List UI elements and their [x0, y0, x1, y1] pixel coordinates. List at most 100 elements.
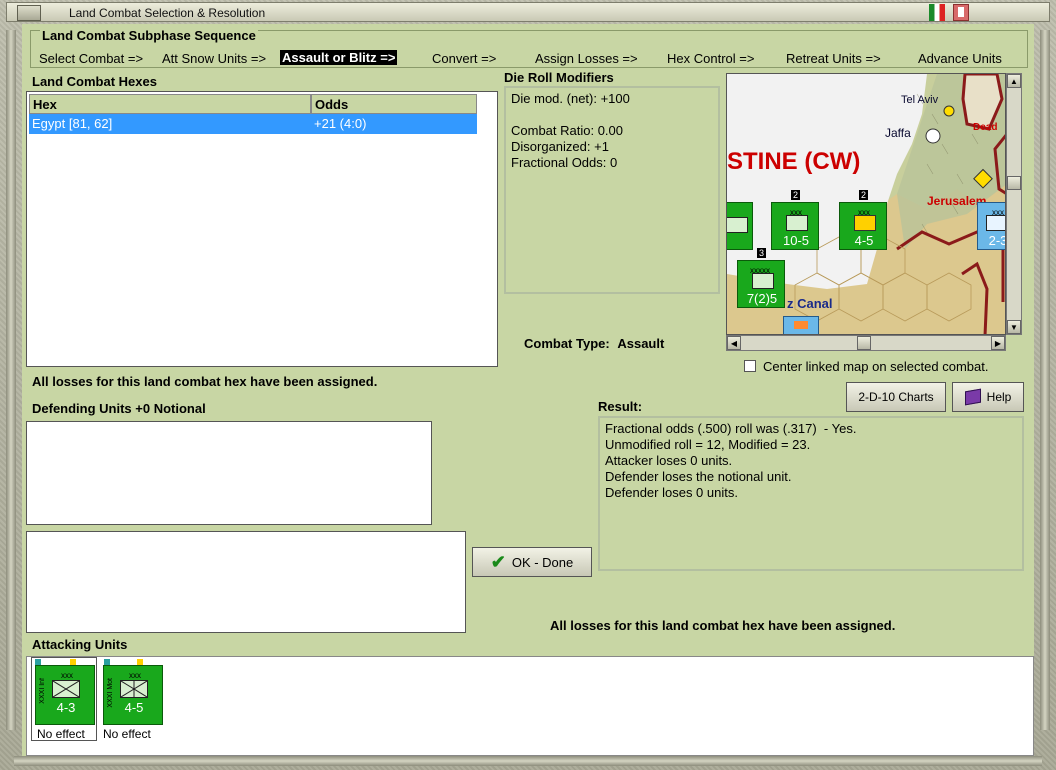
stack-count-badge: 2	[859, 190, 868, 200]
system-menu-button[interactable]	[17, 5, 41, 21]
unit-strength: 4-5	[854, 233, 874, 248]
city-dead-sea: Dead	[973, 122, 998, 133]
canal-label: z Canal	[787, 296, 833, 311]
losses-status-bottom: All losses for this land combat hex have…	[550, 618, 896, 633]
map-vertical-scrollbar[interactable]: ▲ ▼	[1006, 73, 1022, 335]
unit-strength: 7(2)5	[746, 291, 778, 306]
charts-button[interactable]: 2-D-10 Charts	[846, 382, 946, 412]
window-title: Land Combat Selection & Resolution	[69, 6, 266, 20]
map-region-label: STINE (CW)	[727, 148, 861, 175]
horizontal-scroll-thumb[interactable]	[857, 336, 871, 350]
map-unit-counter[interactable]: xxx 10-5	[771, 202, 819, 250]
unit-fire-icon	[854, 215, 876, 231]
help-button[interactable]: Help	[952, 382, 1024, 412]
result-line: Attacker loses 0 units.	[605, 453, 733, 468]
combat-type: Combat Type: Assault	[524, 336, 664, 351]
seq-step-hex-control: Hex Control =>	[667, 51, 755, 66]
motorized-infantry-symbol-icon	[120, 680, 148, 698]
city-jaffa: Jaffa	[885, 126, 911, 140]
linked-map-view[interactable]: STINE (CW) Tel Aviv Jaffa Jerusalem Dead…	[726, 73, 1006, 335]
seq-step-assault-or-blitz: Assault or Blitz =>	[280, 50, 398, 65]
italy-flag-icon	[929, 4, 945, 21]
result-line: Fractional odds (.500) roll was (.317) -…	[605, 421, 857, 436]
unit-strength: 2-3	[988, 233, 1006, 248]
seq-step-advance-units: Advance Units	[918, 51, 1002, 66]
scroll-right-icon[interactable]: ▶	[991, 336, 1005, 350]
title-bar[interactable]: Land Combat Selection & Resolution	[6, 2, 1050, 22]
attacking-unit-status: No effect	[37, 727, 85, 741]
unit-strength: 4-3	[56, 700, 76, 715]
attacking-units-area: xxx XXXI Inf 4-3 No effect xxx XXXI Mot …	[26, 656, 1034, 756]
result-panel: Fractional odds (.500) roll was (.317) -…	[598, 416, 1024, 571]
attacking-unit-counter[interactable]: xxx XXXI Inf 4-3	[35, 665, 95, 725]
map-unit-counter[interactable]: xxxxx 7(2)5	[737, 260, 785, 308]
scroll-down-icon[interactable]: ▼	[1007, 320, 1021, 334]
defending-units-list[interactable]	[26, 421, 432, 525]
checkmark-icon: ✔	[490, 551, 506, 572]
map-unit-counter[interactable]: xxx 2-3	[977, 202, 1006, 250]
hex-row-cell-hex[interactable]: Egypt [81, 62]	[29, 114, 311, 134]
stack-count-badge: 3	[757, 248, 766, 258]
ok-done-button[interactable]: ✔ OK - Done	[472, 547, 592, 577]
seq-step-convert: Convert =>	[432, 51, 497, 66]
losses-status-top: All losses for this land combat hex have…	[32, 374, 378, 389]
seq-step-att-snow-units: Att Snow Units =>	[162, 51, 267, 66]
result-line: Unmodified roll = 12, Modified = 23.	[605, 437, 811, 452]
unit-strength: 4-5	[124, 700, 144, 715]
result-line: Defender loses the notional unit.	[605, 469, 792, 484]
center-map-checkbox[interactable]	[744, 360, 756, 372]
unit-size-tag: xxx	[129, 671, 141, 680]
bottom-frame-rail	[14, 756, 1042, 766]
notional-units-list[interactable]	[26, 531, 466, 633]
combat-type-label: Combat Type:	[524, 336, 610, 351]
stack-count-badge: 2	[791, 190, 800, 200]
combat-hexes-label: Land Combat Hexes	[32, 74, 157, 89]
city-tel-aviv: Tel Aviv	[901, 94, 939, 106]
unit-symbol-icon	[986, 215, 1005, 231]
help-button-label: Help	[986, 390, 1012, 404]
map-unit-counter-partial[interactable]	[727, 202, 753, 250]
column-header-odds[interactable]: Odds	[311, 94, 477, 114]
ok-done-label: OK - Done	[511, 554, 574, 570]
window-frame: Land Combat Selection & Resolution Land …	[0, 0, 1056, 770]
attacking-units-label: Attacking Units	[32, 637, 128, 652]
unit-symbol-icon	[786, 215, 808, 231]
modifier-net: Die mod. (net): +100	[511, 91, 630, 106]
unit-size-tag: xxx	[61, 671, 73, 680]
dialog-client-area: Land Combat Subphase Sequence Select Com…	[22, 24, 1034, 756]
left-frame-rail	[6, 30, 16, 730]
seq-step-retreat-units: Retreat Units =>	[786, 51, 881, 66]
modifier-disorganized: Disorganized: +1	[511, 139, 609, 154]
defending-units-label: Defending Units +0 Notional	[32, 401, 206, 416]
hex-row-cell-odds[interactable]: +21 (4:0)	[311, 114, 477, 134]
seq-step-assign-losses: Assign Losses =>	[535, 51, 638, 66]
column-header-hex[interactable]: Hex	[29, 94, 311, 114]
result-label: Result:	[598, 399, 643, 414]
subphase-sequence-label: Land Combat Subphase Sequence	[40, 28, 258, 43]
die-roll-modifiers-panel: Die mod. (net): +100 Combat Ratio: 0.00 …	[504, 86, 720, 294]
map-unit-counter[interactable]: xxx 4-5	[839, 202, 887, 250]
unit-symbol-icon	[794, 321, 808, 329]
map-horizontal-scrollbar[interactable]: ◀ ▶	[726, 335, 1006, 351]
map-unit-counter-partial[interactable]	[783, 316, 819, 334]
savoy-shield-icon	[953, 4, 969, 21]
charts-button-label: 2-D-10 Charts	[858, 390, 934, 404]
attacking-unit-status: No effect	[103, 727, 151, 741]
unit-symbol-icon	[752, 273, 774, 289]
unit-symbol-icon	[727, 217, 748, 233]
help-book-icon	[964, 388, 981, 406]
scroll-up-icon[interactable]: ▲	[1007, 74, 1021, 88]
center-map-label: Center linked map on selected combat.	[763, 359, 989, 374]
scroll-left-icon[interactable]: ◀	[727, 336, 741, 350]
vertical-scroll-thumb[interactable]	[1007, 176, 1021, 190]
right-frame-rail	[1040, 30, 1050, 730]
die-roll-modifiers-label: Die Roll Modifiers	[504, 70, 614, 85]
infantry-symbol-icon	[52, 680, 80, 698]
combat-hexes-grid[interactable]: Hex Odds Egypt [81, 62] +21 (4:0)	[26, 91, 498, 367]
result-line: Defender loses 0 units.	[605, 485, 738, 500]
modifier-fractional-odds: Fractional Odds: 0	[511, 155, 618, 170]
seq-step-select-combat: Select Combat =>	[39, 51, 144, 66]
modifier-combat-ratio: Combat Ratio: 0.00	[511, 123, 624, 138]
attacking-unit-counter[interactable]: xxx XXXI Mot 4-5	[103, 665, 163, 725]
unit-strength: 10-5	[782, 233, 810, 248]
